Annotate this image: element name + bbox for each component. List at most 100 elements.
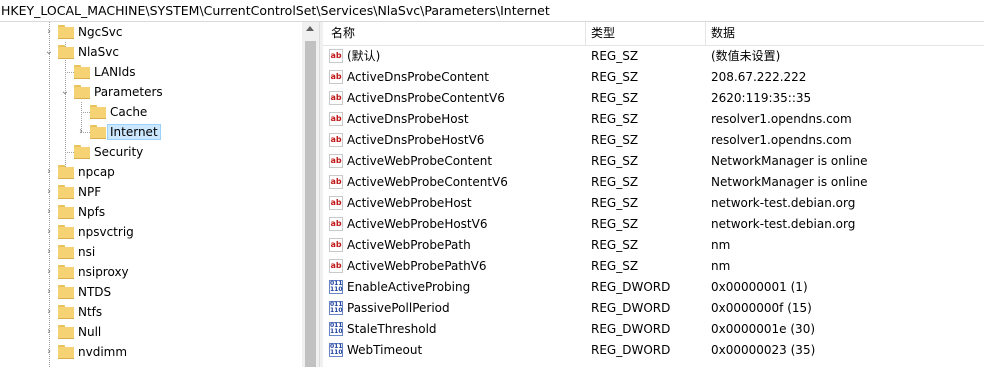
- chevron-right-icon[interactable]: ›: [44, 287, 54, 297]
- value-data: 0x00000023 (35): [711, 343, 816, 357]
- dword-value-icon: 011 110: [329, 280, 343, 294]
- value-row[interactable]: ab (默认) REG_SZ (数值未设置): [323, 46, 984, 67]
- tree-scrollbar[interactable]: [302, 22, 319, 367]
- tree-item-parameters[interactable]: Parameters: [74, 82, 163, 102]
- value-row[interactable]: ab ActiveWebProbeHostV6 REG_SZ network-test…: [323, 214, 984, 235]
- chevron-right-icon[interactable]: ›: [76, 127, 86, 137]
- chevron-right-icon[interactable]: ›: [44, 27, 54, 37]
- dword-value-icon: 011 110: [329, 322, 343, 336]
- value-type: REG_SZ: [591, 91, 639, 105]
- value-row[interactable]: 011 110 WebTimeout REG_DWORD 0x00000023 (35…: [323, 340, 984, 361]
- value-row[interactable]: ab ActiveDnsProbeContent REG_SZ 208.67.222.…: [323, 67, 984, 88]
- tree-item-internet[interactable]: Internet: [90, 122, 161, 142]
- tree-item-lanids[interactable]: LANIds: [74, 62, 136, 82]
- string-value-icon: ab: [329, 217, 343, 231]
- chevron-right-icon[interactable]: ›: [44, 247, 54, 257]
- value-type: REG_SZ: [591, 259, 639, 273]
- folder-icon: [58, 165, 74, 179]
- tree-item-label: Null: [78, 325, 102, 339]
- chevron-right-icon[interactable]: ›: [44, 187, 54, 197]
- value-data: 208.67.222.222: [711, 70, 807, 84]
- chevron-right-icon[interactable]: ›: [44, 347, 54, 357]
- value-type: REG_DWORD: [591, 301, 671, 315]
- folder-icon: [58, 205, 74, 219]
- chevron-right-icon[interactable]: ›: [44, 307, 54, 317]
- tree-item-nlasvc[interactable]: NlaSvc: [58, 42, 119, 62]
- folder-icon: [58, 245, 74, 259]
- folder-icon: [58, 225, 74, 239]
- chevron-right-icon[interactable]: ›: [44, 167, 54, 177]
- value-row[interactable]: ab ActiveWebProbeContent REG_SZ NetworkMana…: [323, 151, 984, 172]
- value-data: resolver1.opendns.com: [711, 133, 852, 147]
- value-row[interactable]: ab ActiveDnsProbeHost REG_SZ resolver1.open…: [323, 109, 984, 130]
- tree-item-security[interactable]: Security: [74, 142, 143, 162]
- tree-item-ntfs[interactable]: Ntfs: [58, 302, 102, 322]
- value-type: REG_SZ: [591, 238, 639, 252]
- chevron-right-icon[interactable]: ›: [44, 207, 54, 217]
- chevron-right-icon[interactable]: ›: [44, 267, 54, 277]
- tree-item-label: npsvctrig: [78, 225, 134, 239]
- column-header-name[interactable]: 名称: [331, 22, 355, 45]
- tree-item-label: nsiproxy: [78, 265, 129, 279]
- value-row[interactable]: 011 110 EnableActiveProbing REG_DWORD 0x000…: [323, 277, 984, 298]
- column-separator[interactable]: [585, 22, 586, 45]
- folder-open-icon: [74, 85, 90, 99]
- scroll-up-arrow-icon[interactable]: [306, 26, 314, 31]
- value-name: ActiveWebProbePathV6: [347, 259, 487, 273]
- value-name: ActiveWebProbeHost: [347, 196, 472, 210]
- values-list: 名称 类型 数据 ab (默认) REG_SZ (数值未设置) ab ActiveDnsP…: [323, 22, 984, 367]
- value-type: REG_SZ: [591, 112, 639, 126]
- value-type: REG_DWORD: [591, 280, 671, 294]
- value-type: REG_SZ: [591, 154, 639, 168]
- column-separator[interactable]: [705, 22, 706, 45]
- tree-item-nvdimm[interactable]: nvdimm: [58, 342, 127, 362]
- value-type: REG_SZ: [591, 70, 639, 84]
- tree-item-cache[interactable]: Cache: [90, 102, 147, 122]
- tree-item-nsiproxy[interactable]: nsiproxy: [58, 262, 129, 282]
- value-row[interactable]: ab ActiveWebProbeContentV6 REG_SZ NetworkMa…: [323, 172, 984, 193]
- tree-item-npfs[interactable]: Npfs: [58, 202, 105, 222]
- tree-item-label: NTDS: [78, 285, 112, 299]
- tree-item-npf[interactable]: NPF: [58, 182, 101, 202]
- scrollbar-thumb[interactable]: [305, 41, 316, 367]
- value-row[interactable]: ab ActiveDnsProbeHostV6 REG_SZ resolver1.op…: [323, 130, 984, 151]
- value-name: ActiveWebProbeHostV6: [347, 217, 488, 231]
- tree-item-label: NlaSvc: [78, 45, 119, 59]
- value-data: 2620:119:35::35: [711, 91, 812, 105]
- tree-item-null[interactable]: Null: [58, 322, 101, 342]
- value-row[interactable]: 011 110 PassivePollPeriod REG_DWORD 0x00000…: [323, 298, 984, 319]
- value-row[interactable]: ab ActiveWebProbeHost REG_SZ network-test.d…: [323, 193, 984, 214]
- tree-item-label: Internet: [107, 124, 161, 140]
- folder-icon: [58, 305, 74, 319]
- value-name: PassivePollPeriod: [347, 301, 450, 315]
- value-data: 0x0000001e (30): [711, 322, 816, 336]
- dword-value-icon: 011 110: [329, 301, 343, 315]
- tree-item-npcap[interactable]: npcap: [58, 162, 115, 182]
- tree-item-ngcsvc[interactable]: NgcSvc: [58, 22, 123, 42]
- value-data: nm: [711, 259, 731, 273]
- column-header-data[interactable]: 数据: [711, 22, 735, 45]
- chevron-right-icon[interactable]: ›: [44, 227, 54, 237]
- value-type: REG_SZ: [591, 175, 639, 189]
- folder-icon: [58, 25, 74, 39]
- value-type: REG_SZ: [591, 196, 639, 210]
- value-row[interactable]: ab ActiveWebProbePath REG_SZ nm: [323, 235, 984, 256]
- value-data: network-test.debian.org: [711, 217, 856, 231]
- value-name: ActiveWebProbeContent: [347, 154, 493, 168]
- column-header-type[interactable]: 类型: [591, 22, 615, 45]
- value-row[interactable]: ab ActiveDnsProbeContentV6 REG_SZ 2620:119:…: [323, 88, 984, 109]
- tree-item-ntds[interactable]: NTDS: [58, 282, 111, 302]
- chevron-right-icon[interactable]: ›: [44, 327, 54, 337]
- chevron-down-icon[interactable]: ⌄: [60, 87, 70, 97]
- tree-item-label: nsi: [78, 245, 96, 259]
- chevron-down-icon[interactable]: ⌄: [44, 47, 54, 57]
- value-row[interactable]: 011 110 StaleThreshold REG_DWORD 0x0000001e…: [323, 319, 984, 340]
- column-header-row: 名称 类型 数据: [323, 22, 984, 46]
- value-data: resolver1.opendns.com: [711, 112, 852, 126]
- folder-icon: [58, 345, 74, 359]
- string-value-icon: ab: [329, 196, 343, 210]
- value-row[interactable]: ab ActiveWebProbePathV6 REG_SZ nm: [323, 256, 984, 277]
- address-bar[interactable]: HKEY_LOCAL_MACHINE\SYSTEM\CurrentControl…: [0, 0, 984, 22]
- tree-item-npsvctrig[interactable]: npsvctrig: [58, 222, 134, 242]
- tree-item-nsi[interactable]: nsi: [58, 242, 95, 262]
